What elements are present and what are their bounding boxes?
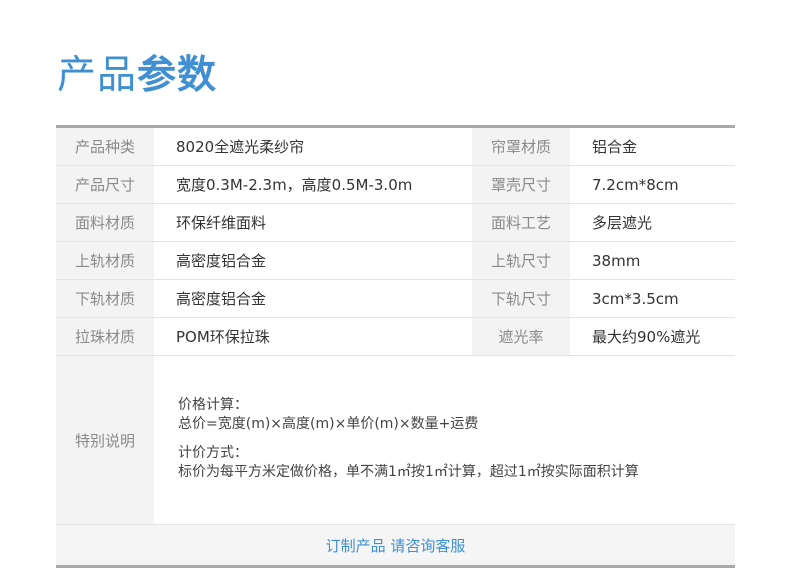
note-label: 特别说明: [56, 356, 154, 524]
note-line: 计价方式：: [178, 445, 248, 461]
note-line: 总价=宽度(m)×高度(m)×单价(m)×数量+运费: [178, 416, 479, 432]
row-label: 产品尺寸: [56, 166, 154, 203]
table-row: 产品尺寸 宽度0.3M-2.3m，高度0.5M-3.0m 罩壳尺寸 7.2cm*…: [56, 166, 735, 204]
spec-table: 产品种类 8020全遮光柔纱帘 帘罩材质 铝合金 产品尺寸 宽度0.3M-2.3…: [56, 125, 735, 568]
row-value: 最大约90%遮光: [592, 328, 701, 346]
row-label: 上轨材质: [56, 242, 154, 279]
row-label: 帘罩材质: [472, 128, 570, 165]
page-title: 产品参数: [57, 48, 217, 104]
row-value: 3cm*3.5cm: [592, 289, 679, 308]
row-label: 上轨尺寸: [472, 242, 570, 279]
table-row: 下轨材质 高密度铝合金 下轨尺寸 3cm*3.5cm: [56, 280, 735, 318]
note-line: 标价为每平方米定做价格，单不满1㎡按1㎡计算，超过1㎡按实际面积计算: [178, 464, 639, 480]
special-note-row: 特别说明 价格计算： 总价=宽度(m)×高度(m)×单价(m)×数量+运费 计价…: [56, 356, 735, 525]
row-label: 下轨材质: [56, 280, 154, 317]
row-label: 下轨尺寸: [472, 280, 570, 317]
row-label: 罩壳尺寸: [472, 166, 570, 203]
row-value: POM环保拉珠: [176, 328, 270, 346]
title-part1: 产品: [57, 53, 138, 98]
row-value: 多层遮光: [592, 214, 653, 232]
row-label: 面料材质: [56, 204, 154, 241]
title-part2: 参数: [137, 53, 218, 98]
row-label: 产品种类: [56, 128, 154, 165]
row-value: 宽度0.3M-2.3m，高度0.5M-3.0m: [176, 176, 413, 194]
table-row: 产品种类 8020全遮光柔纱帘 帘罩材质 铝合金: [56, 128, 735, 166]
note-line: 价格计算：: [178, 397, 248, 413]
row-value: 7.2cm*8cm: [592, 175, 679, 194]
row-value: 高密度铝合金: [176, 252, 267, 270]
row-value: 高密度铝合金: [176, 290, 267, 308]
note-content: 价格计算： 总价=宽度(m)×高度(m)×单价(m)×数量+运费 计价方式： 标…: [154, 356, 735, 524]
row-value: 8020全遮光柔纱帘: [176, 138, 305, 156]
contact-service-link[interactable]: 订制产品 请咨询客服: [326, 535, 466, 556]
table-row: 拉珠材质 POM环保拉珠 遮光率 最大约90%遮光: [56, 318, 735, 356]
footer-bar: 订制产品 请咨询客服: [56, 525, 735, 565]
row-value: 铝合金: [592, 138, 638, 156]
row-label: 面料工艺: [472, 204, 570, 241]
row-label: 拉珠材质: [56, 318, 154, 355]
row-label: 遮光率: [472, 318, 570, 355]
table-row: 上轨材质 高密度铝合金 上轨尺寸 38mm: [56, 242, 735, 280]
table-row: 面料材质 环保纤维面料 面料工艺 多层遮光: [56, 204, 735, 242]
row-value: 38mm: [592, 251, 641, 270]
row-value: 环保纤维面料: [176, 214, 267, 232]
